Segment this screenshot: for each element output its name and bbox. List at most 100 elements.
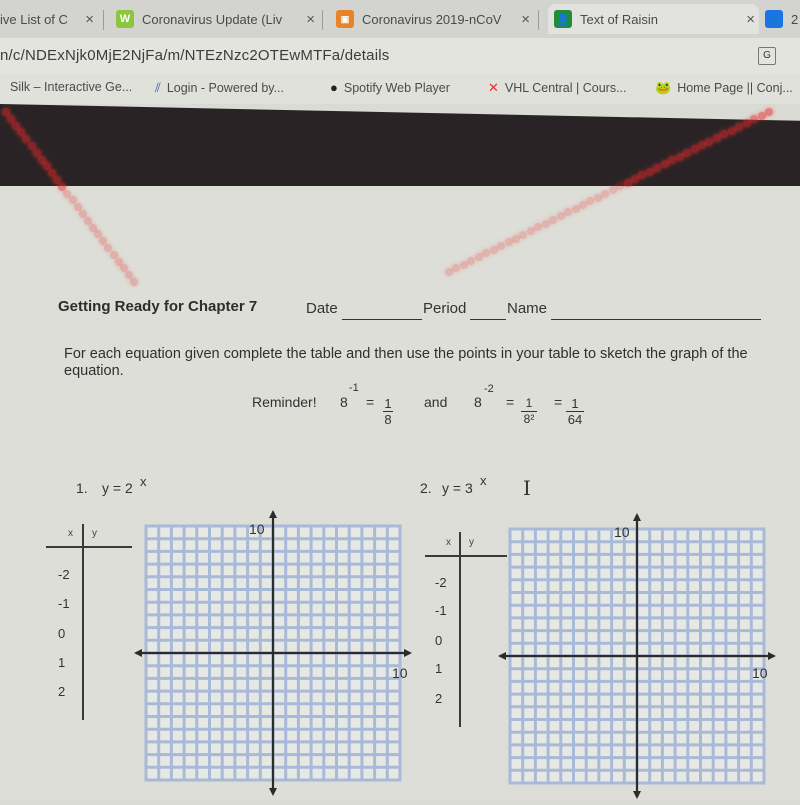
tab-2[interactable]: W Coronavirus Update (Liv ×: [116, 4, 321, 34]
problem-2-coordinate-grid[interactable]: [496, 513, 776, 805]
tab-4-active[interactable]: 👤 Text of Raisin ×: [548, 4, 759, 34]
tab-5[interactable]: 👤 2: [765, 4, 800, 34]
name-label: Name: [507, 300, 548, 317]
table-header-rule: [425, 555, 507, 557]
table-header-y: y: [469, 537, 474, 548]
laser-dot: [130, 278, 138, 286]
table-column-rule: [459, 532, 461, 727]
reminder-base-1: 8: [340, 394, 348, 410]
x-value: 1: [58, 655, 66, 670]
close-icon[interactable]: ×: [746, 11, 755, 28]
name-field[interactable]: [551, 319, 761, 320]
denominator: 8²: [523, 412, 535, 426]
y-axis-up-arrow-icon: [269, 510, 277, 518]
numerator: 1: [571, 396, 579, 411]
table-header-x: x: [446, 537, 451, 548]
classroom-favicon-icon: 👤: [554, 10, 572, 28]
bookmark-silk[interactable]: Silk – Interactive Ge...: [10, 80, 132, 94]
period-label: Period: [423, 300, 467, 317]
tab-bar: ive List of C × W Coronavirus Update (Li…: [0, 0, 800, 38]
x-value: 0: [435, 633, 443, 648]
instructions: For each equation given complete the tab…: [64, 346, 748, 379]
y-axis-down-arrow-icon: [633, 791, 641, 799]
table-header-y: y: [92, 528, 97, 539]
x-value: 2: [435, 691, 443, 706]
address-bar[interactable]: n/c/NDExNjk0MjE2NjFa/m/NTEzNzc2OTEwMTFa/…: [0, 38, 800, 74]
x-axis-left-arrow-icon: [134, 649, 142, 657]
reminder-exp-2: -2: [484, 383, 494, 395]
reminder-base-2: 8: [474, 394, 482, 410]
numerator: 1: [525, 396, 533, 410]
classroom-favicon-icon: 👤: [765, 10, 783, 28]
bookmark-spotify[interactable]: ● Spotify Web Player: [330, 80, 450, 95]
fraction-one-eighth: 18: [383, 397, 393, 426]
spotify-icon: ●: [330, 80, 338, 95]
x-value: 2: [58, 684, 66, 699]
x-axis-right-arrow-icon: [404, 649, 412, 657]
laser-dot: [497, 241, 506, 250]
bookmark-label: Spotify Web Player: [343, 80, 450, 95]
tab-separator: [538, 10, 539, 30]
y-axis-down-arrow-icon: [269, 788, 277, 796]
y-axis-max-label: 10: [614, 524, 630, 540]
fraction-one-sixty-fourth: 1 64: [566, 397, 584, 426]
x-value: 1: [435, 661, 443, 676]
url-text[interactable]: n/c/NDExNjk0MjE2NjFa/m/NTEzNzc2OTEwMTFa/…: [0, 47, 389, 64]
equals-sign: =: [554, 394, 563, 410]
x-axis-right-arrow-icon: [768, 652, 776, 660]
date-label: Date: [306, 300, 338, 317]
problem-2-number: 2.: [420, 480, 432, 496]
denominator: 8: [384, 412, 392, 427]
wiki-favicon-icon: W: [116, 10, 134, 28]
table-header-rule: [46, 546, 132, 548]
x-axis-max-label: 10: [392, 665, 408, 681]
x-value: -2: [58, 567, 70, 582]
denominator: 64: [567, 412, 583, 427]
numerator: 1: [384, 396, 392, 411]
bookmark-label: VHL Central | Cours...: [504, 81, 627, 95]
translate-icon[interactable]: G: [758, 47, 776, 65]
bookmark-login[interactable]: ⫽ Login - Powered by...: [155, 80, 284, 96]
y-axis-max-label: 10: [249, 521, 265, 537]
tab-separator: [103, 10, 104, 30]
bookmark-label: Home Page || Conj...: [677, 81, 793, 95]
bookmark-home[interactable]: 🐸 Home Page || Conj...: [655, 80, 793, 96]
tab-title: Coronavirus 2019-nCoV: [362, 11, 502, 27]
close-icon[interactable]: ×: [306, 11, 315, 28]
x-axis-max-label: 10: [752, 665, 768, 681]
problem-1-number: 1.: [76, 480, 88, 496]
close-icon[interactable]: ×: [521, 11, 530, 28]
tab-1[interactable]: ive List of C ×: [0, 4, 100, 34]
tab-3[interactable]: ▣ Coronavirus 2019-nCoV ×: [336, 4, 536, 34]
problem-2-exponent: x: [480, 473, 487, 488]
table-header-x: x: [68, 528, 73, 539]
x-axis-left-arrow-icon: [498, 652, 506, 660]
problem-2-equation: y = 3: [442, 480, 473, 496]
x-value: -1: [58, 596, 70, 611]
tab-separator: [322, 10, 323, 30]
laser-dot: [683, 148, 692, 157]
close-icon[interactable]: ×: [85, 11, 94, 28]
slides-favicon-icon: ▣: [336, 10, 354, 28]
fraction-one-over-8-squared: 1 8²: [521, 397, 537, 426]
bookmark-label: Login - Powered by...: [166, 81, 285, 95]
tab-title: Text of Raisin: [580, 11, 659, 27]
reminder-exp-1: -1: [349, 382, 359, 394]
equals-sign: =: [366, 394, 375, 410]
x-value: -2: [435, 575, 447, 590]
period-field[interactable]: [470, 319, 506, 320]
bookmarks-bar: Silk – Interactive Ge... ⫽ Login - Power…: [0, 74, 800, 104]
bookmark-label: Silk – Interactive Ge...: [10, 80, 133, 94]
y-axis-up-arrow-icon: [633, 513, 641, 521]
tab-title: 2: [791, 11, 799, 27]
laser-dot: [765, 108, 773, 116]
vhl-icon: ✕: [488, 80, 499, 95]
date-field[interactable]: [342, 319, 422, 320]
problem-1-coordinate-grid[interactable]: [132, 510, 412, 802]
login-icon: ⫽: [155, 80, 161, 95]
text-cursor-icon: I: [523, 476, 531, 500]
reminder-label: Reminder!: [252, 394, 317, 410]
bookmark-vhl[interactable]: ✕ VHL Central | Cours...: [488, 80, 626, 96]
table-column-rule: [82, 524, 84, 720]
frog-icon: 🐸: [655, 80, 672, 95]
